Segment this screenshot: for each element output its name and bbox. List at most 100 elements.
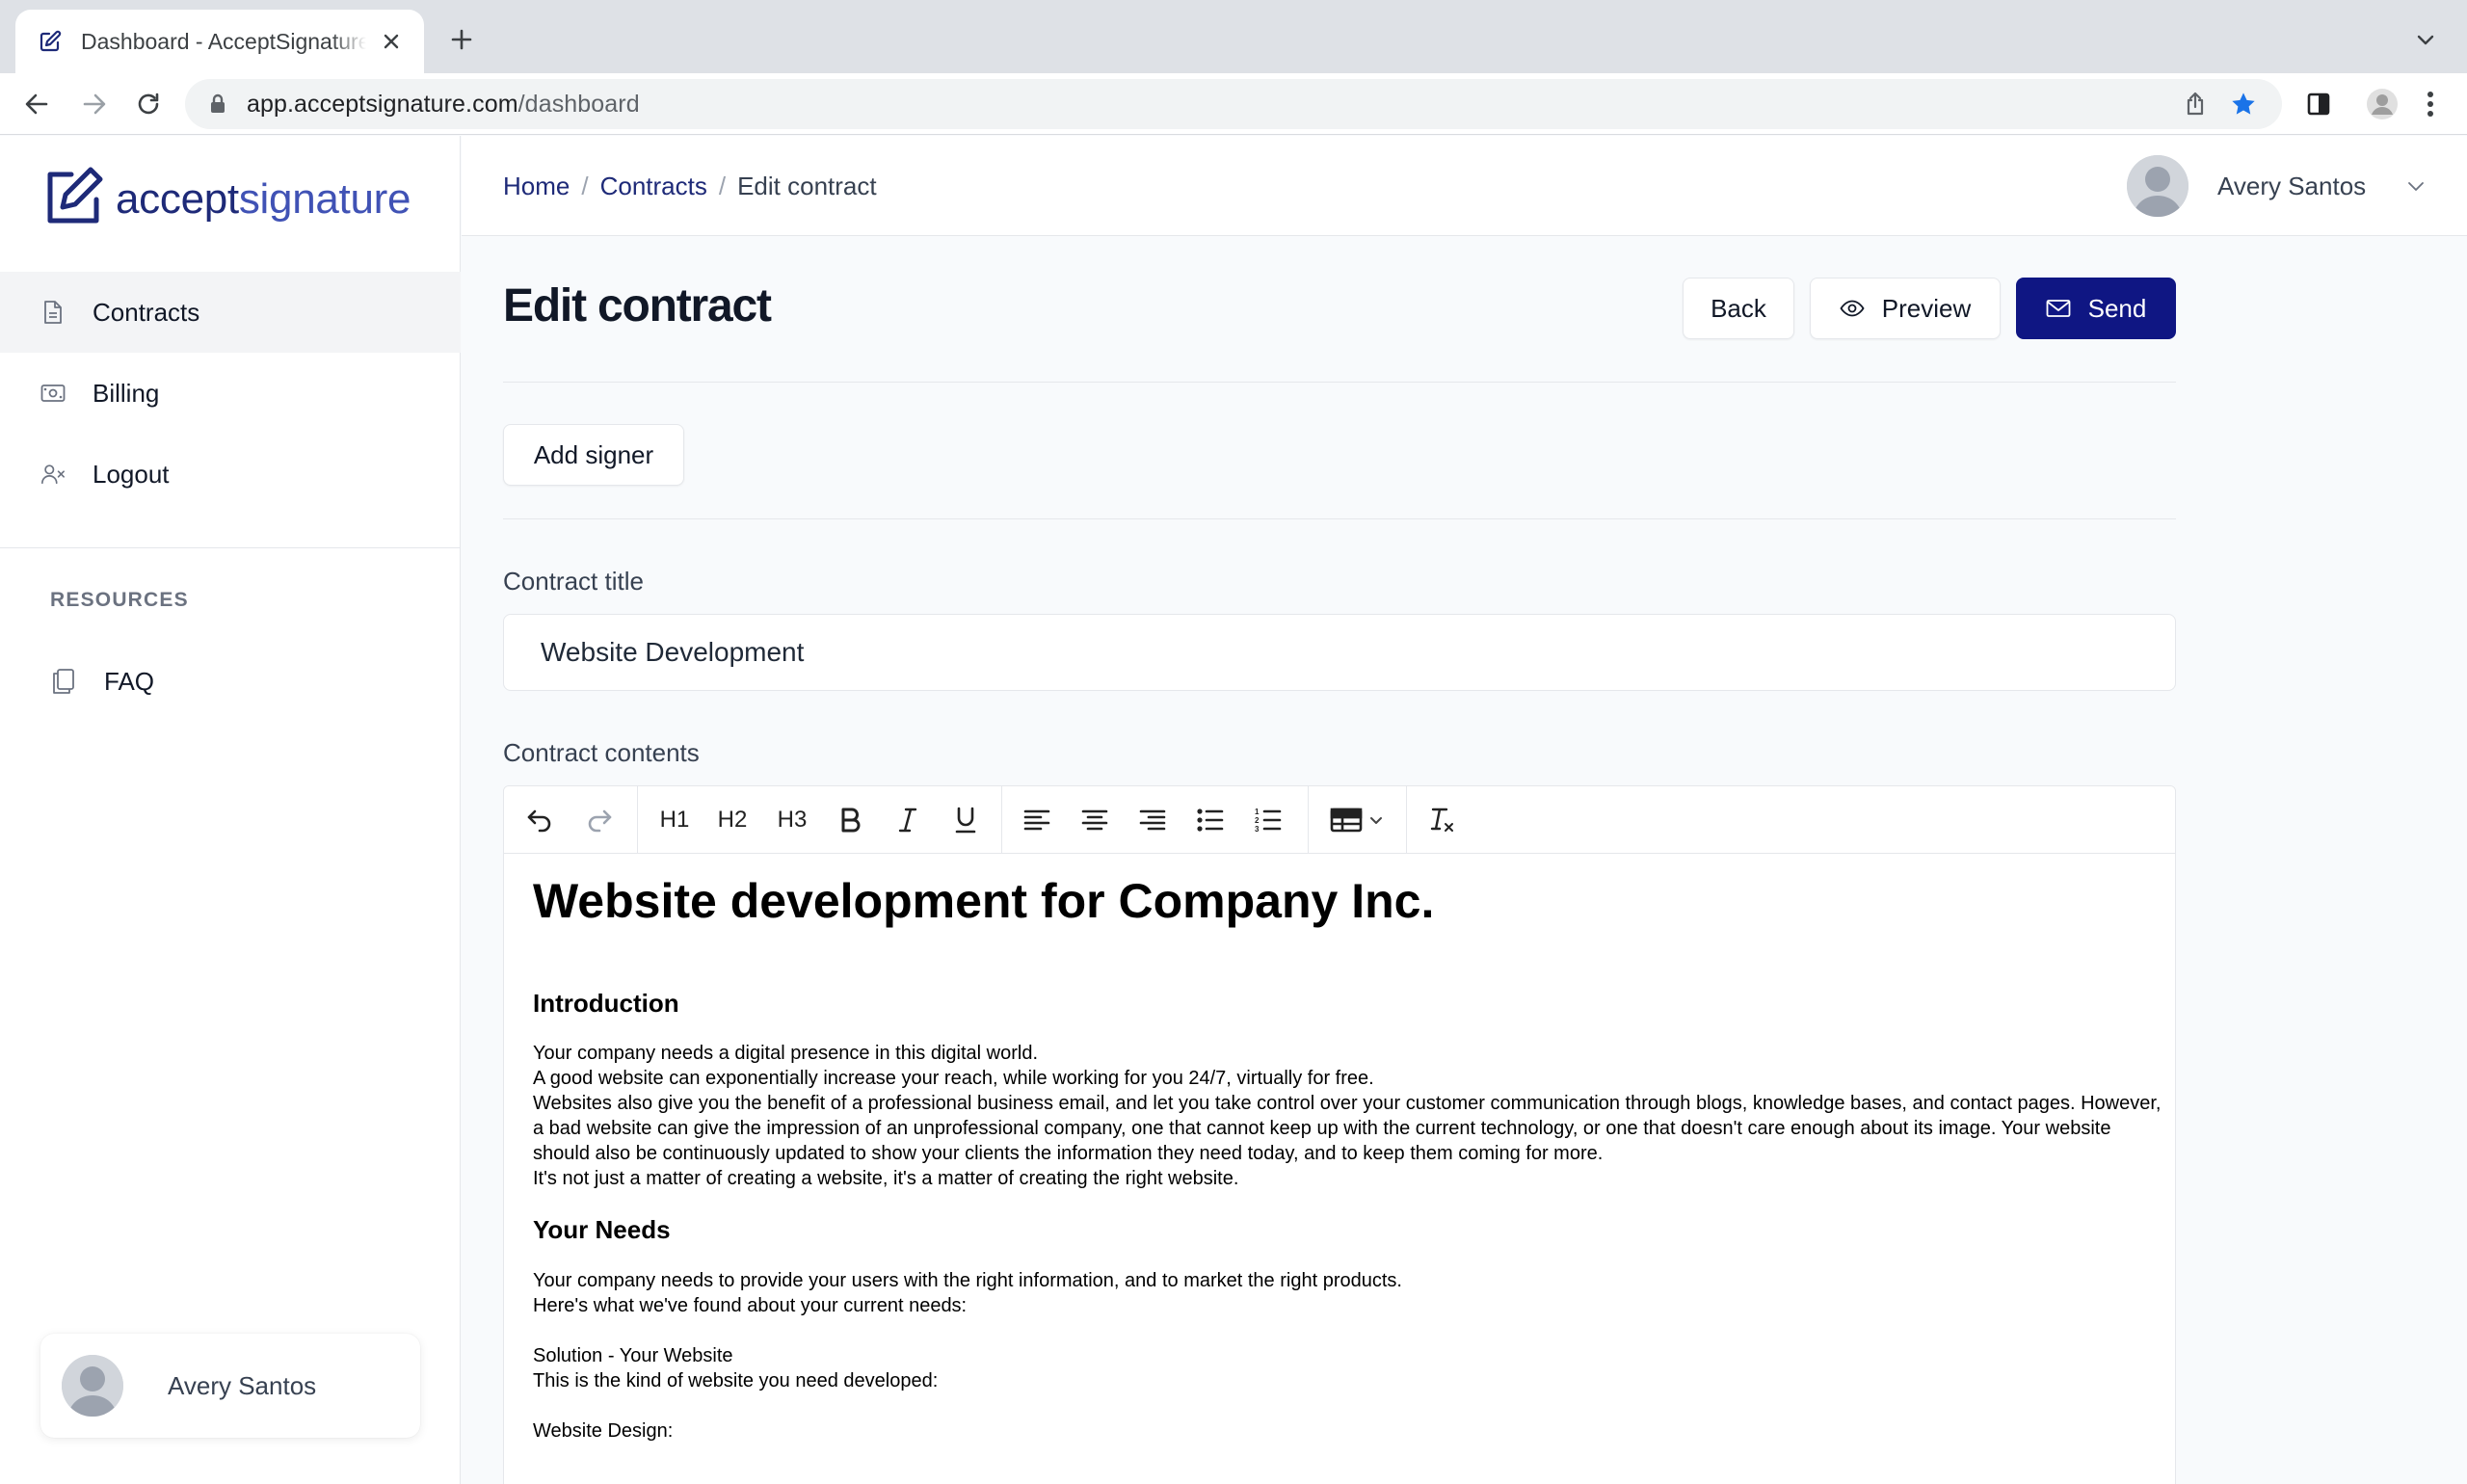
editor-content[interactable]: Website development for Company Inc. Int… xyxy=(533,871,2162,1444)
kebab-menu-icon[interactable] xyxy=(2411,85,2450,123)
logo-wordmark: acceptsignature xyxy=(116,174,411,223)
breadcrumb-home[interactable]: Home xyxy=(503,172,570,201)
top-header: Home / Contracts / Edit contract Avery S… xyxy=(462,136,2467,236)
solution-paragraphs: Solution - Your Website This is the kind… xyxy=(533,1343,2162,1393)
section-divider xyxy=(503,518,2176,519)
bold-icon[interactable] xyxy=(830,800,870,840)
tab-title: Dashboard - AcceptSignature.com xyxy=(81,28,366,54)
sidebar-item-faq[interactable]: FAQ xyxy=(50,652,154,710)
toolbar-separator xyxy=(1308,786,1309,854)
header-user-name: Avery Santos xyxy=(2217,171,2367,200)
document-icon xyxy=(40,300,66,325)
paragraph: Website Design: xyxy=(533,1420,674,1443)
side-panel-icon[interactable] xyxy=(2299,85,2338,123)
numbered-list-icon[interactable]: 123 xyxy=(1248,800,1288,840)
bookmark-star-icon[interactable] xyxy=(2230,91,2257,118)
svg-text:1: 1 xyxy=(1255,808,1260,816)
sidebar: acceptsignature Contracts Billing Logout… xyxy=(0,136,461,1484)
contract-title-input[interactable] xyxy=(503,614,2176,691)
underline-icon[interactable] xyxy=(945,800,986,840)
heading-3-button[interactable]: H3 xyxy=(770,800,814,840)
redo-icon[interactable] xyxy=(579,800,620,840)
sidebar-item-label: Logout xyxy=(93,459,170,489)
rich-text-editor[interactable]: H1 H2 H3 123 Website development for Com… xyxy=(503,785,2176,1484)
heading-2-button[interactable]: H2 xyxy=(710,800,755,840)
chevron-down-icon xyxy=(1370,817,1382,824)
add-signer-button[interactable]: Add signer xyxy=(503,424,684,486)
share-icon[interactable] xyxy=(2182,91,2209,118)
section-divider xyxy=(503,382,2176,383)
paragraph: A good website can exponentially increas… xyxy=(533,1068,1374,1090)
paragraph: Solution - Your Website xyxy=(533,1345,733,1367)
sidebar-item-logout[interactable]: Logout xyxy=(0,434,461,515)
paragraph: Your company needs to provide your users… xyxy=(533,1270,1402,1292)
document-heading: Website development for Company Inc. xyxy=(533,874,1435,928)
clear-formatting-icon[interactable] xyxy=(1421,800,1462,840)
needs-paragraphs: Your company needs to provide your users… xyxy=(533,1268,2162,1318)
user-menu[interactable]: Avery Santos xyxy=(2127,153,2427,219)
avatar xyxy=(2127,155,2188,217)
align-center-icon[interactable] xyxy=(1074,800,1115,840)
new-tab-icon[interactable] xyxy=(445,23,478,56)
forward-arrow-icon[interactable] xyxy=(75,85,114,123)
breadcrumb-separator: / xyxy=(718,171,727,200)
align-right-icon[interactable] xyxy=(1132,800,1173,840)
preview-button-label: Preview xyxy=(1881,293,1972,323)
paragraph: Your company needs a digital presence in… xyxy=(533,1043,1039,1065)
address-bar[interactable]: app.acceptsignature.com/dashboard xyxy=(185,79,2282,129)
back-arrow-icon[interactable] xyxy=(17,85,56,123)
profile-avatar-icon[interactable] xyxy=(2363,85,2401,123)
preview-button[interactable]: Preview xyxy=(1810,278,2001,339)
lock-icon[interactable] xyxy=(206,93,229,116)
back-button-label: Back xyxy=(1711,293,1766,323)
browser-tab[interactable]: Dashboard - AcceptSignature.com xyxy=(15,10,424,73)
edit-favicon-icon xyxy=(37,28,64,55)
envelope-icon xyxy=(2046,296,2071,321)
breadcrumb-contracts[interactable]: Contracts xyxy=(600,172,707,201)
breadcrumb-separator: / xyxy=(581,171,589,200)
sidebar-user-name: Avery Santos xyxy=(168,1370,317,1400)
toolbar-separator xyxy=(1001,786,1002,854)
sidebar-item-label: Contracts xyxy=(93,297,200,327)
contract-title-label: Contract title xyxy=(503,567,644,596)
heading-1-button[interactable]: H1 xyxy=(652,800,697,840)
reload-icon[interactable] xyxy=(129,85,168,123)
avatar xyxy=(62,1355,123,1417)
sidebar-user-card[interactable]: Avery Santos xyxy=(40,1334,420,1438)
url-text: app.acceptsignature.com/dashboard xyxy=(247,90,640,118)
toolbar-separator xyxy=(637,786,638,854)
sidebar-item-label: Billing xyxy=(93,378,160,408)
resources-heading: RESOURCES xyxy=(50,589,189,611)
contract-contents-label: Contract contents xyxy=(503,738,700,767)
tab-search-chevron-icon[interactable] xyxy=(2409,23,2442,56)
close-tab-icon[interactable] xyxy=(376,26,407,57)
page-title: Edit contract xyxy=(503,280,772,331)
paragraph: It's not just a matter of creating a web… xyxy=(533,1168,1239,1190)
paragraph: This is the kind of website you need dev… xyxy=(533,1370,939,1392)
breadcrumb-current: Edit contract xyxy=(737,171,877,200)
send-button[interactable]: Send xyxy=(2016,278,2176,339)
sidebar-item-contracts[interactable]: Contracts xyxy=(0,272,461,353)
svg-text:3: 3 xyxy=(1255,825,1260,834)
banknote-icon xyxy=(40,381,66,406)
toolbar-separator xyxy=(1406,786,1407,854)
pen-square-logo-icon xyxy=(42,165,106,233)
editor-toolbar: H1 H2 H3 123 xyxy=(504,786,2175,854)
eye-icon xyxy=(1840,296,1865,321)
add-signer-label: Add signer xyxy=(533,439,654,469)
align-left-icon[interactable] xyxy=(1017,800,1057,840)
back-button[interactable]: Back xyxy=(1683,278,1794,339)
app-logo[interactable]: acceptsignature xyxy=(42,165,411,233)
introduction-paragraphs: Your company needs a digital presence in… xyxy=(533,1041,2162,1191)
italic-icon[interactable] xyxy=(888,800,928,840)
bullet-list-icon[interactable] xyxy=(1190,800,1231,840)
user-x-icon xyxy=(40,462,66,487)
browser-tabstrip: Dashboard - AcceptSignature.com xyxy=(0,0,2467,73)
table-icon[interactable] xyxy=(1325,800,1389,840)
browser-toolbar: app.acceptsignature.com/dashboard xyxy=(0,73,2467,135)
paragraph: Websites also give you the benefit of a … xyxy=(533,1093,2162,1165)
sidebar-item-billing[interactable]: Billing xyxy=(0,353,461,434)
undo-icon[interactable] xyxy=(519,800,560,840)
